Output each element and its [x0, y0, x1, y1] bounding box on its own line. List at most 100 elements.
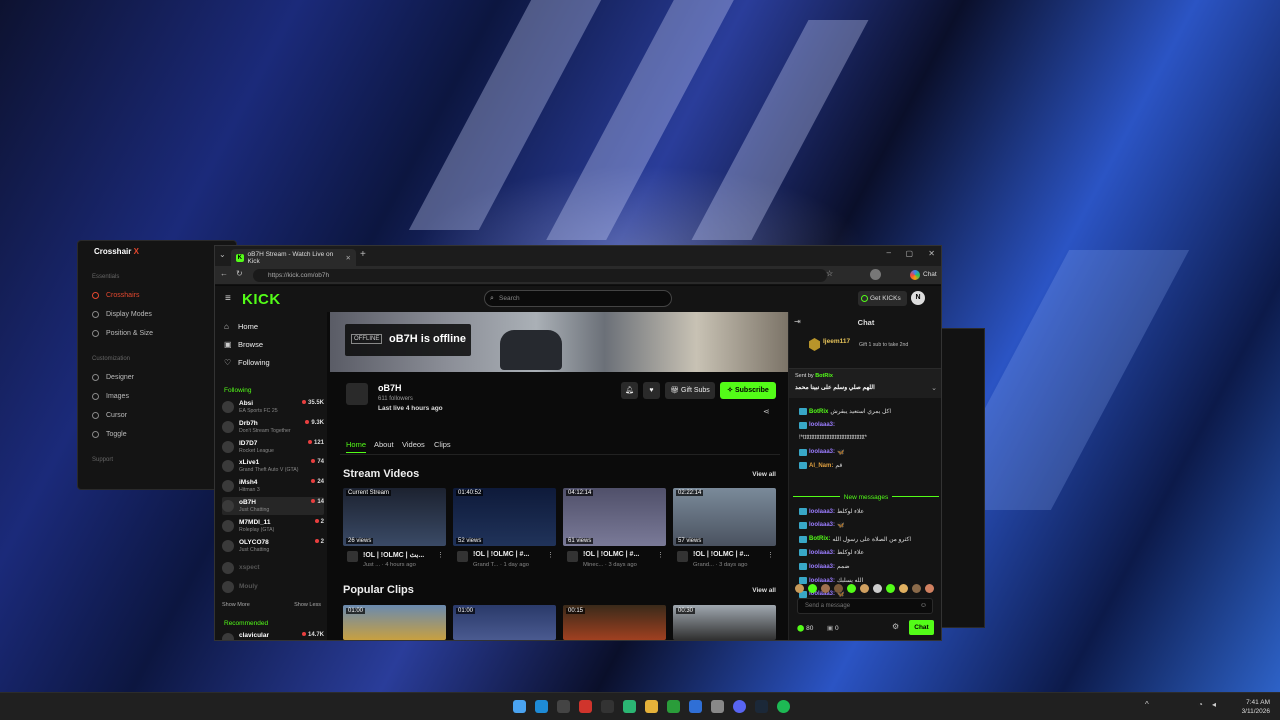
- chat-message[interactable]: loolaaa3: علاء لوكلط: [799, 549, 864, 557]
- epic-icon[interactable]: [601, 700, 614, 713]
- chat-message[interactable]: BotRix اكل يمري استعيد يبقرش: [799, 408, 891, 415]
- back-arrow-icon[interactable]: ←: [220, 269, 228, 278]
- clip-card[interactable]: 01:00: [343, 605, 446, 640]
- clip-card[interactable]: 01:00: [453, 605, 556, 640]
- nav-following[interactable]: ♡ Following: [224, 358, 270, 367]
- browser-tab[interactable]: K oB7H Stream - Watch Live on Kick ✕: [231, 249, 356, 266]
- channel-avatar[interactable]: [346, 383, 368, 405]
- following-offline-row[interactable]: xspect: [222, 559, 324, 577]
- video-title[interactable]: !OL | !OLMC | #...: [473, 551, 529, 558]
- chat-username[interactable]: loolaaa3:: [809, 522, 835, 528]
- chat-message[interactable]: loolaaa3: علاء لوكلط: [799, 508, 864, 515]
- following-row[interactable]: Drb7h Don't Stream Together 9.3K: [222, 418, 324, 436]
- nav-home[interactable]: ⌂ Home: [224, 322, 258, 331]
- video-title[interactable]: !OL | !OLMC | #...: [693, 551, 749, 558]
- gift-subs-button[interactable]: 🎁︎ Gift Subs: [665, 382, 715, 399]
- more-options-icon[interactable]: ⋮: [547, 551, 554, 559]
- gifter-name[interactable]: Ijeem117: [823, 338, 850, 345]
- more-options-icon[interactable]: ⋮: [767, 551, 774, 559]
- recommended-row[interactable]: clavicular 14.7K: [222, 630, 324, 640]
- emote-icon[interactable]: [873, 584, 882, 593]
- tab-list-chevron-icon[interactable]: ⌄: [219, 250, 226, 259]
- system-clock[interactable]: 7:41 AM 3/11/2026: [1242, 698, 1270, 716]
- channel-name[interactable]: oB7H: [378, 383, 402, 393]
- xbox-icon[interactable]: [667, 700, 680, 713]
- emoji-icon[interactable]: ☺: [920, 599, 927, 613]
- notification-bell-button[interactable]: 🔔︎: [621, 382, 638, 399]
- emote-icon[interactable]: [795, 584, 804, 593]
- following-row[interactable]: oB7H Just Chatting 14: [222, 497, 324, 515]
- chat-message-input[interactable]: Send a message ☺: [797, 598, 933, 614]
- chat-username[interactable]: BotRix:: [809, 536, 830, 542]
- emote-icon[interactable]: [899, 584, 908, 593]
- chat-username[interactable]: loolaaa3:: [809, 550, 835, 556]
- following-row[interactable]: iMsh4 Hitman 3 24: [222, 477, 324, 495]
- following-row[interactable]: M7MDI_11 Roleplay (GTA) 2: [222, 517, 324, 535]
- video-thumbnail[interactable]: 02:22:14 57 views: [673, 488, 776, 546]
- chat-username[interactable]: loolaaa3:: [809, 564, 835, 570]
- chat-username[interactable]: loolaaa3:: [809, 509, 835, 515]
- chat-username[interactable]: Al_Nam:: [809, 463, 833, 469]
- share-icon[interactable]: ⋖: [763, 407, 770, 416]
- menu-position-size[interactable]: Position & Size: [92, 330, 153, 337]
- edge-icon[interactable]: [535, 700, 548, 713]
- follow-heart-button[interactable]: ♥: [643, 382, 660, 399]
- video-title[interactable]: !OL | !OLMC | بث...: [363, 551, 424, 559]
- show-less-link[interactable]: Show Less: [294, 602, 321, 608]
- windows-start-icon[interactable]: [513, 700, 526, 713]
- chat-username[interactable]: loolaaa3:: [809, 449, 835, 455]
- tab-home[interactable]: Home: [346, 440, 367, 453]
- video-thumbnail[interactable]: Current Stream 26 views: [343, 488, 446, 546]
- menu-crosshairs[interactable]: Crosshairs: [92, 292, 139, 299]
- hamburger-menu-icon[interactable]: ≡: [225, 293, 231, 304]
- menu-display-modes[interactable]: Display Modes: [92, 311, 152, 318]
- emote-icon[interactable]: [925, 584, 934, 593]
- channel-points[interactable]: ⬤ 80: [797, 624, 813, 632]
- chat-message[interactable]: Al_Nam: قم: [799, 462, 842, 469]
- chat-message[interactable]: loolaaa3: 🦋: [799, 521, 845, 529]
- following-row[interactable]: xLive1 Grand Theft Auto V (GTA) 74: [222, 457, 324, 475]
- menu-cursor[interactable]: Cursor: [92, 412, 127, 419]
- view-all-clips-link[interactable]: View all: [752, 587, 776, 594]
- following-row[interactable]: OLYCO78 Just Chatting 2: [222, 537, 324, 555]
- tab-videos[interactable]: Videos: [402, 440, 425, 449]
- chat-message[interactable]: loolaaa3: الله يسلبك: [799, 577, 863, 584]
- tab-about[interactable]: About: [374, 440, 394, 449]
- reload-icon[interactable]: ↻: [236, 269, 243, 278]
- tray-chevron-icon[interactable]: ^: [1145, 700, 1149, 709]
- chat-message[interactable]: loolaaa3:: [799, 421, 837, 429]
- send-chat-button[interactable]: Chat: [909, 620, 934, 635]
- kicks-balance[interactable]: ▣ 0: [827, 624, 839, 632]
- profile-avatar[interactable]: [870, 269, 881, 280]
- chat-username[interactable]: BotRix: [809, 409, 828, 415]
- steam-icon[interactable]: [755, 700, 768, 713]
- browser-chat-label[interactable]: Chat: [923, 271, 937, 278]
- chat-username[interactable]: loolaaa3:: [809, 578, 835, 584]
- close-tab-icon[interactable]: ✕: [346, 254, 351, 262]
- following-offline-row[interactable]: Mouly: [222, 578, 324, 596]
- menu-toggle[interactable]: Toggle: [92, 431, 127, 438]
- more-options-icon[interactable]: ⋮: [437, 551, 444, 559]
- emote-icon[interactable]: [808, 584, 817, 593]
- show-more-link[interactable]: Show More: [222, 602, 250, 608]
- pinned-message[interactable]: Sent by BotRix اللهم صلي وسلم على نبينا …: [789, 368, 941, 398]
- spotify-icon[interactable]: [777, 700, 790, 713]
- clip-card[interactable]: 00:30: [673, 605, 776, 640]
- nav-browse[interactable]: ▣ Browse: [224, 340, 263, 349]
- chat-message[interactable]: BotRix: اكثرو من الصلاة على رسول الله: [799, 535, 911, 543]
- favorites-icon[interactable]: ☆: [826, 269, 833, 278]
- app-icon[interactable]: [623, 700, 636, 713]
- following-row[interactable]: Absi EA Sports FC 25 35.5K: [222, 398, 324, 416]
- video-title[interactable]: !OL | !OLMC | #...: [583, 551, 639, 558]
- chat-username[interactable]: loolaaa3:: [809, 422, 835, 428]
- chat-message[interactable]: !*ttttttttttttttttttttttttttttttttttttt*: [799, 435, 867, 441]
- window-maximize-icon[interactable]: ▢: [905, 249, 913, 258]
- files-icon[interactable]: [645, 700, 658, 713]
- steam-vr-icon[interactable]: [711, 700, 724, 713]
- kick-logo[interactable]: KICK: [242, 291, 281, 308]
- emote-icon[interactable]: [821, 584, 830, 593]
- window-minimize-icon[interactable]: –: [887, 248, 891, 257]
- video-thumbnail[interactable]: 04:12:14 61 views: [563, 488, 666, 546]
- network-icon[interactable]: ◔: [1198, 700, 1203, 709]
- emote-icon[interactable]: [847, 584, 856, 593]
